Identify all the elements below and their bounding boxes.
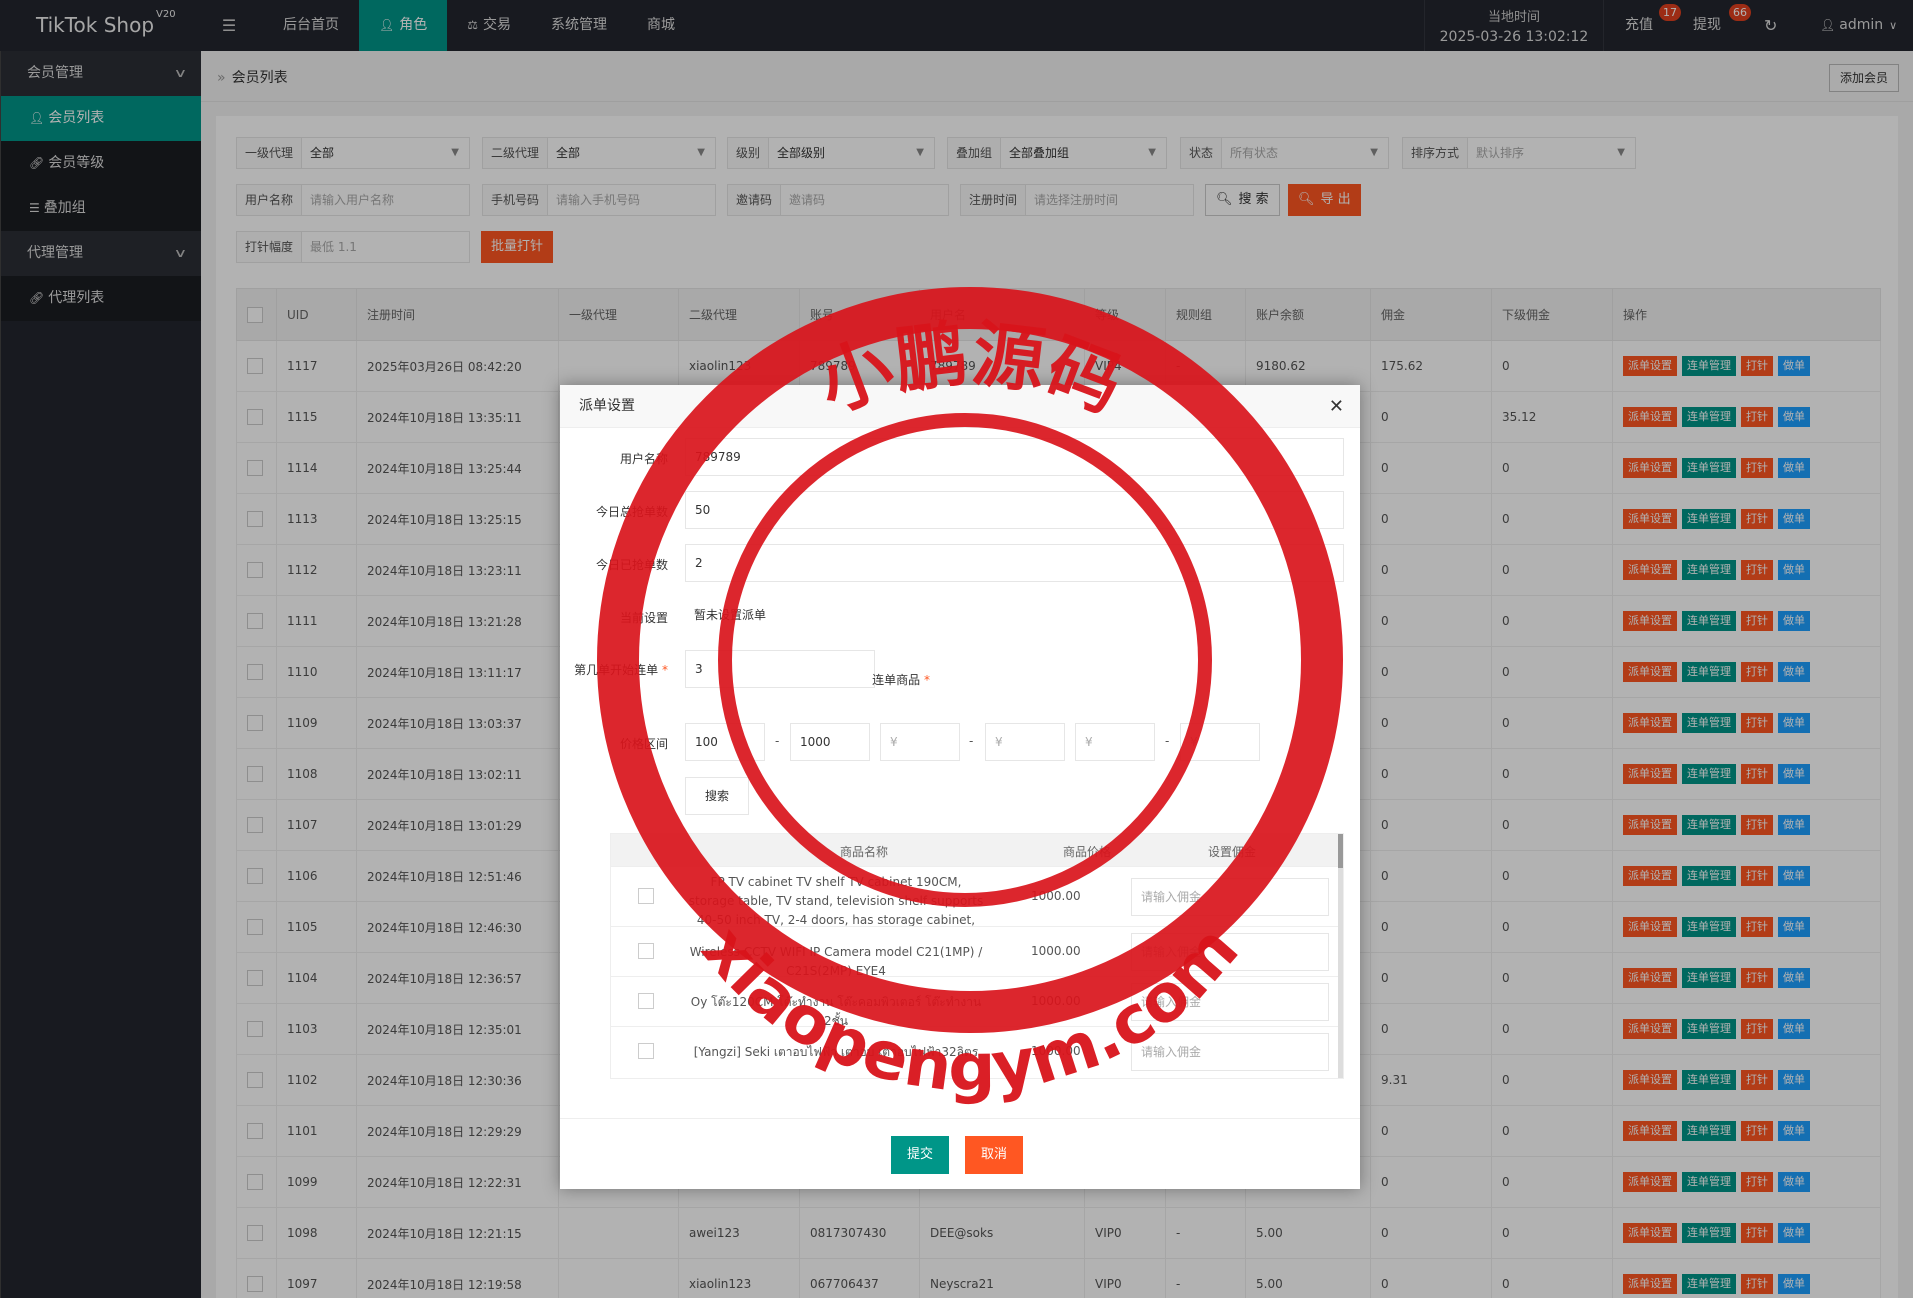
close-icon[interactable]: ✕ xyxy=(1329,385,1344,428)
goods-col-commission: 设置佣金 xyxy=(1208,845,1257,859)
price-range-label: 价格区间 xyxy=(619,737,668,751)
linked-goods-label: 连单商品 * xyxy=(872,673,930,687)
goods-name: [Yangzi] Seki เตาอบไฟฟ้า เตาอบ เตาอบไฟฟ้… xyxy=(693,1045,979,1059)
goods-scrollbar[interactable] xyxy=(1338,834,1343,1078)
done-orders-field[interactable]: 2 xyxy=(685,544,1344,582)
required-mark: * xyxy=(662,663,668,677)
username-label: 用户名称 xyxy=(619,452,668,466)
price-max-input[interactable]: 1000 xyxy=(790,723,870,761)
goods-row: [Yangzi] Seki เตาอบไฟฟ้า เตาอบ เตาอบไฟฟ้… xyxy=(611,1026,1343,1076)
goods-row: FP TV cabinet TV shelf TV cabinet 190CM,… xyxy=(611,866,1343,927)
start-order-label: 第几单开始连单 * xyxy=(574,663,668,677)
required-mark: * xyxy=(924,673,930,687)
price-min3-input[interactable]: ¥ xyxy=(1075,723,1155,761)
range-dash: - xyxy=(775,734,780,748)
goods-col-price: 商品价格 xyxy=(1063,845,1112,859)
goods-checkbox[interactable] xyxy=(638,993,654,1009)
price-min2-input[interactable]: ¥ xyxy=(880,723,960,761)
goods-table-header: 商品名称 商品价格 设置佣金 xyxy=(611,834,1343,866)
commission-input[interactable]: 请输入佣金 xyxy=(1131,933,1329,971)
price-max2-input[interactable]: ¥ xyxy=(985,723,1065,761)
goods-name: FP TV cabinet TV shelf TV cabinet 190CM,… xyxy=(688,875,984,927)
price-max3-input[interactable]: ¥ xyxy=(1180,723,1260,761)
cancel-button[interactable]: 取消 xyxy=(965,1136,1024,1174)
commission-input[interactable]: 请输入佣金 xyxy=(1131,983,1329,1021)
goods-price: 1000.00 xyxy=(1031,1044,1081,1058)
total-orders-label: 今日总抢单数 xyxy=(595,505,668,519)
goods-checkbox[interactable] xyxy=(638,943,654,959)
modal-username-field[interactable]: 789789 xyxy=(685,438,1344,476)
modal-footer-divider xyxy=(560,1118,1360,1119)
price-min-input[interactable]: 100 xyxy=(685,723,765,761)
commission-input[interactable]: 请输入佣金 xyxy=(1131,878,1329,916)
done-orders-label: 今日已抢单数 xyxy=(595,558,668,572)
goods-price: 1000.00 xyxy=(1031,994,1081,1008)
goods-price: 1000.00 xyxy=(1031,889,1081,903)
current-setting-value: 暂未设置派单 xyxy=(685,597,1344,635)
goods-table: 商品名称 商品价格 设置佣金 FP TV cabinet TV shelf TV… xyxy=(610,833,1344,1079)
current-setting-label: 当前设置 xyxy=(619,611,668,625)
goods-checkbox[interactable] xyxy=(638,1043,654,1059)
range-dash: - xyxy=(1165,734,1170,748)
goods-row: Oy โต๊ะ120CM โต๊ะทำงาน โต๊ะคอมพิวเตอร์ โ… xyxy=(611,976,1343,1028)
commission-input[interactable]: 请输入佣金 xyxy=(1131,1033,1329,1071)
goods-row: Wireless CCTV WIFI IP Camera model C21(1… xyxy=(611,926,1343,978)
total-orders-field[interactable]: 50 xyxy=(685,491,1344,529)
range-dash: - xyxy=(969,734,974,748)
goods-price: 1000.00 xyxy=(1031,944,1081,958)
goods-col-name: 商品名称 xyxy=(840,845,889,859)
goods-search-button[interactable]: 搜索 xyxy=(685,777,749,815)
modal-title: 派单设置 xyxy=(579,398,635,414)
submit-button[interactable]: 提交 xyxy=(891,1136,950,1174)
modal-header: 派单设置 ✕ xyxy=(560,385,1360,428)
dispatch-settings-modal: 派单设置 ✕ 用户名称 789789 今日总抢单数 50 今日已抢单数 2 当前… xyxy=(560,385,1360,1189)
goods-checkbox[interactable] xyxy=(638,888,654,904)
